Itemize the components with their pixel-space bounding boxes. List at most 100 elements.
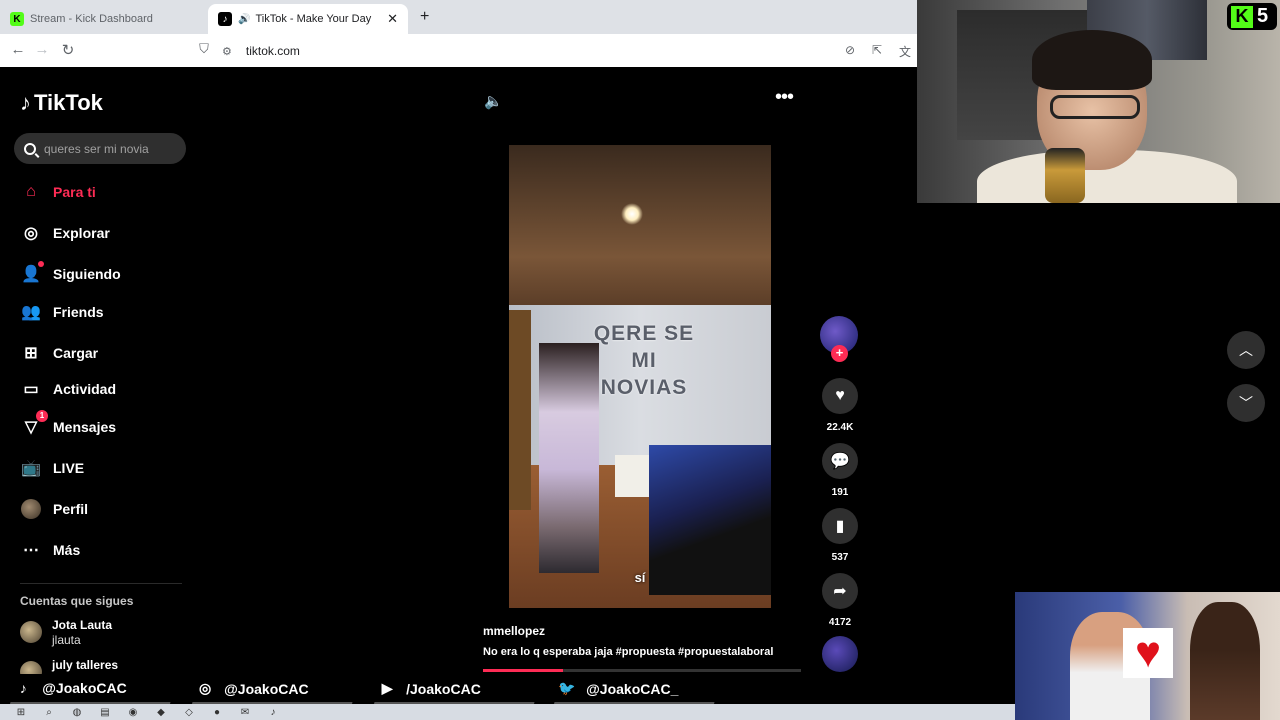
video-scene-ceiling [509,145,771,305]
social-handle: @JoakoCAC [224,680,309,696]
account-handle: jlauta [52,633,81,647]
heart-icon: ♥ [835,387,845,404]
url-field[interactable]: ⚙ tiktok.com [222,39,842,63]
kick-logo-icon: K [1231,5,1253,28]
tab-kick-dashboard[interactable]: K Stream - Kick Dashboard [0,4,206,34]
video-progress-bar[interactable] [483,669,801,672]
kick-icon: K [10,12,24,26]
sidebar-item-friends[interactable]: 👥 Friends [20,301,104,323]
comment-icon: 💬 [830,453,850,470]
previous-video-button[interactable]: ︿ [1227,331,1265,369]
tab-tiktok[interactable]: ♪ 🔊 TikTok - Make Your Day ✕ [208,4,408,34]
kick-count: 5 [1257,5,1269,27]
share-button[interactable]: ➦ [822,573,858,609]
like-button[interactable]: ♥ [822,378,858,414]
search-icon [24,142,36,155]
browser-tab-bar: K Stream - Kick Dashboard ♪ 🔊 TikTok - M… [0,0,917,34]
video-player[interactable]: QERE SE MI NOVIAS sí [509,145,771,608]
site-info-icon[interactable]: ⚙ [222,45,232,58]
app-icon[interactable]: ◇ [182,705,196,719]
kick-viewer-badge: K 5 [1227,3,1277,30]
speaker-icon[interactable]: 🔊 [238,14,250,25]
social-handles-bar: ♪ @JoakoCAC ◎ @JoakoCAC ▶ /JoakoCAC 🐦 @Joako… [0,674,740,704]
video-description: No era lo q esperaba jaja #propuesta #pr… [483,646,774,658]
tiktok-note-icon: ♪ [20,90,31,115]
app-icon[interactable]: ◆ [154,705,168,719]
followed-account-item[interactable]: Jota Lauta jlauta [20,618,112,648]
social-twitter: 🐦 @JoakoCAC_ [553,674,723,704]
forward-icon[interactable]: → [30,41,54,58]
mail-icon[interactable]: ✉ [238,705,252,719]
webcam-glasses [1050,95,1140,119]
next-video-button[interactable]: ﹀ [1227,384,1265,422]
sidebar-item-para-ti[interactable]: ⌂ Para ti [20,181,96,203]
sidebar-item-cargar[interactable]: ⊞ Cargar [20,342,98,364]
comment-button[interactable]: 💬 [822,443,858,479]
sidebar-item-perfil[interactable]: Perfil [20,498,88,520]
home-icon: ⌂ [26,183,36,200]
sidebar-item-actividad[interactable]: ▭ Actividad [20,378,116,400]
screen: { "browser": { "tabs": [ {"title": "Stre… [0,0,1280,720]
cast-icon[interactable]: ⊘ [845,43,855,57]
video-scene-door [509,310,531,510]
more-icon: ⋯ [23,542,39,559]
chevron-up-icon: ︿ [1239,342,1253,358]
address-bar-row: ← → ↻ ⛉ ⚙ tiktok.com ⊘ ⇱ 文 [0,34,917,67]
share-count: 4172 [828,617,852,628]
open-external-icon[interactable]: ⇱ [872,43,882,57]
share-icon: ➦ [833,583,847,600]
bookmark-icon[interactable]: ⛉ [192,41,216,57]
menu-label: Cargar [53,345,99,361]
account-name: Jota Lauta [52,618,113,632]
video-progress-fill [483,669,563,672]
reload-icon[interactable]: ↻ [56,41,80,59]
sidebar-item-mas[interactable]: ⋯ Más [20,539,80,561]
social-handle: /JoakoCAC [406,680,481,696]
video-balloon-text: QERE SE MI NOVIAS [593,322,695,399]
menu-label: Siguiendo [53,266,121,282]
app-icon[interactable]: ● [210,705,224,719]
sidebar-item-live[interactable]: 📺 LIVE [20,457,84,479]
video-scene-lamp [621,203,643,225]
more-options-icon[interactable]: ••• [775,86,794,109]
back-icon[interactable]: ← [6,41,30,58]
os-taskbar: ⊞ ⌕ ◍ ▤ ◉ ◆ ◇ ● ✉ ♪ [0,704,1015,720]
tab-title: Stream - Kick Dashboard [30,13,153,25]
account-avatar [20,621,42,643]
menu-label: Explorar [53,225,110,241]
browser-icon[interactable]: ◍ [70,705,84,719]
compass-icon: ◎ [24,225,38,242]
sidebar-item-siguiendo[interactable]: 👤 Siguiendo [20,261,121,285]
close-tab-icon[interactable]: ✕ [387,11,398,27]
volume-icon[interactable]: 🔈 [484,92,503,110]
tiktok-icon[interactable]: ♪ [266,705,280,719]
social-handle: @JoakoCAC_ [586,680,679,696]
menu-label: Mensajes [53,419,117,435]
video-username[interactable]: mmellopez [483,624,545,638]
tiktok-logo[interactable]: ♪ TikTok [20,90,103,116]
save-count: 537 [831,552,849,563]
music-disc-icon[interactable] [822,636,858,672]
menu-label: LIVE [53,460,85,476]
follow-plus-icon[interactable]: + [831,345,848,362]
new-tab-button[interactable]: + [420,8,429,26]
activity-icon: ▭ [23,381,39,398]
translate-icon[interactable]: 文 [899,43,911,60]
sidebar-item-mensajes[interactable]: ▽ 1 Mensajes [20,410,117,438]
search-icon[interactable]: ⌕ [42,705,56,719]
chevron-down-icon: ﹀ [1239,395,1253,411]
messages-icon: ▽ 1 [20,410,48,438]
menu-label: Perfil [53,501,89,517]
comment-count: 191 [831,487,849,498]
start-icon[interactable]: ⊞ [14,705,28,719]
bookmark-icon: ▮ [835,518,845,535]
whatsapp-icon[interactable]: ◉ [126,705,140,719]
files-icon[interactable]: ▤ [98,705,112,719]
save-button[interactable]: ▮ [822,508,858,544]
webcam-overlay [917,0,1280,203]
sidebar-divider [20,583,182,584]
search-input[interactable]: queres ser mi novia [14,133,186,164]
social-youtube: ▶ /JoakoCAC [373,674,543,704]
tab-title: TikTok - Make Your Day [255,13,372,25]
sidebar-item-explorar[interactable]: ◎ Explorar [20,222,110,244]
